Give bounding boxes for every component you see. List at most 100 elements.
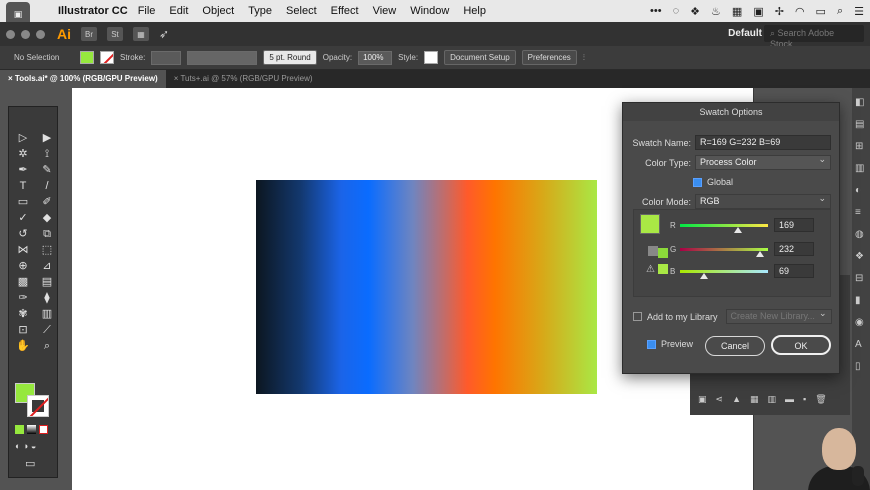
eraser-tool-icon[interactable]: ◆ — [37, 211, 57, 225]
gamut-swatch[interactable] — [658, 264, 668, 274]
menu-help[interactable]: Help — [463, 5, 486, 17]
gradient-button[interactable] — [27, 425, 36, 434]
new-swatch-icon[interactable]: ▪ — [803, 394, 806, 404]
align-icon[interactable]: ⫶ — [583, 53, 585, 63]
brush-select[interactable]: 5 pt. Round — [263, 50, 317, 65]
web-safe-cube-icon[interactable] — [648, 246, 658, 256]
variable-width-select[interactable] — [187, 50, 258, 65]
swatch-libraries-icon[interactable]: ▣ — [698, 394, 707, 405]
add-library-checkbox[interactable] — [633, 312, 642, 321]
dropbox-icon[interactable]: ❖ — [690, 5, 700, 18]
menu-file[interactable]: File — [138, 5, 156, 17]
wifi-icon[interactable]: ◠ — [795, 5, 805, 18]
blue-slider[interactable] — [680, 269, 768, 279]
blend-tool-icon[interactable]: ⧫ — [37, 291, 57, 305]
swatch-name-input[interactable]: R=169 G=232 B=69 — [695, 135, 831, 150]
type-tool-icon[interactable]: T — [13, 179, 33, 193]
eyedropper-tool-icon[interactable]: ✑ — [13, 291, 33, 305]
blue-value-input[interactable]: 69 — [774, 264, 814, 278]
symbol-sprayer-tool-icon[interactable]: ✾ — [13, 307, 33, 321]
red-value-input[interactable]: 169 — [774, 218, 814, 232]
workspace-switcher[interactable]: Default — [728, 28, 762, 39]
gamut-warning-icon[interactable]: ⚠ — [646, 264, 655, 275]
column-graph-tool-icon[interactable]: ▥ — [37, 307, 57, 321]
menu-list-icon[interactable]: ☰ — [854, 5, 864, 18]
arrange-documents-icon[interactable]: ▦ — [133, 27, 149, 41]
panel-dock-icons[interactable]: ◧ ▤ ⊞ ▥ ◐ ≡ ◍ ❖ ⊟ ▮ ◉ A ▯ — [852, 88, 870, 382]
stroke-color-box[interactable] — [27, 395, 49, 417]
color-button[interactable] — [15, 425, 24, 434]
screen-icon[interactable]: ▣ — [753, 5, 763, 18]
width-tool-icon[interactable]: ⋈ — [13, 243, 33, 257]
menu-view[interactable]: View — [373, 5, 397, 17]
perspective-grid-tool-icon[interactable]: ⊿ — [37, 259, 57, 273]
menu-type[interactable]: Type — [248, 5, 272, 17]
library-select[interactable]: Create New Library... — [725, 308, 832, 324]
stock-button[interactable]: St — [107, 27, 123, 41]
gradient-tool-icon[interactable]: ▤ — [37, 275, 57, 289]
ok-button[interactable]: OK — [771, 335, 831, 355]
preferences-button[interactable]: Preferences — [521, 50, 577, 65]
drawing-modes-icon[interactable]: ◐ ◑ ◒ — [15, 441, 36, 451]
cancel-button[interactable]: Cancel — [705, 336, 765, 356]
shaper-tool-icon[interactable]: ✓ — [13, 211, 33, 225]
preview-row[interactable]: Preview — [647, 339, 693, 349]
direct-selection-tool-icon[interactable]: ▶ — [37, 131, 57, 145]
zoom-tool-icon[interactable]: ⌕ — [37, 339, 57, 353]
grid-icon[interactable]: ▦ — [732, 5, 742, 18]
bridge-button[interactable]: Br — [81, 27, 97, 41]
window-close-icon[interactable] — [6, 29, 15, 39]
mesh-tool-icon[interactable]: ▩ — [13, 275, 33, 289]
swatch-options-icon[interactable]: ▦ — [750, 394, 759, 405]
red-slider-thumb[interactable] — [734, 226, 743, 233]
kinds-icon[interactable]: ⋖ — [716, 394, 724, 405]
selection-tool-icon[interactable]: ▷ — [13, 131, 33, 145]
rectangle-tool-icon[interactable]: ▭ — [13, 195, 33, 209]
free-transform-tool-icon[interactable]: ⬚ — [37, 243, 57, 257]
artboard-tool-icon[interactable]: ⊡ — [13, 323, 33, 337]
spotlight-icon[interactable]: ⌕ — [837, 5, 843, 18]
line-tool-icon[interactable]: / — [37, 179, 57, 193]
menu-window[interactable]: Window — [410, 5, 449, 17]
flame-icon[interactable]: ♨ — [711, 5, 721, 18]
global-checkbox[interactable] — [693, 177, 702, 187]
preview-checkbox[interactable] — [647, 339, 656, 349]
green-value-input[interactable]: 232 — [774, 242, 814, 256]
color-type-select[interactable]: Process Color — [695, 154, 831, 170]
cloud-icon[interactable]: ◌ — [673, 5, 680, 17]
rotate-tool-icon[interactable]: ↺ — [13, 227, 33, 241]
folder-icon[interactable]: ▬ — [785, 394, 794, 404]
green-slider[interactable] — [680, 247, 768, 257]
web-safe-swatch[interactable] — [658, 248, 668, 258]
bluetooth-icon[interactable]: ✢ — [775, 5, 784, 18]
global-checkbox-row[interactable]: Global — [693, 177, 733, 187]
battery-icon[interactable]: ▭ — [816, 5, 826, 18]
window-zoom-icon[interactable] — [36, 29, 45, 39]
style-swatch[interactable] — [424, 51, 439, 64]
blue-slider-thumb[interactable] — [699, 272, 708, 279]
menu-edit[interactable]: Edit — [169, 5, 188, 17]
red-slider[interactable] — [680, 223, 768, 233]
menu-app-name[interactable]: Illustrator CC — [58, 5, 128, 17]
stroke-weight-input[interactable] — [151, 50, 182, 65]
stroke-swatch[interactable] — [100, 51, 114, 64]
tab-close-icon[interactable]: × — [8, 74, 15, 83]
tab-tuts[interactable]: × Tuts+.ai @ 57% (RGB/GPU Preview) — [166, 70, 321, 88]
tab-tools[interactable]: × Tools.ai* @ 100% (RGB/GPU Preview) — [0, 70, 166, 88]
opacity-input[interactable]: 100% — [358, 50, 393, 65]
color-mode-select[interactable]: RGB — [695, 193, 831, 209]
ellipsis-icon[interactable]: ••• — [650, 5, 662, 17]
document-setup-button[interactable]: Document Setup — [444, 50, 516, 65]
color-group-icon[interactable]: ▲ — [732, 394, 741, 404]
paintbrush-tool-icon[interactable]: ✐ — [37, 195, 57, 209]
fill-swatch[interactable] — [80, 51, 94, 64]
magic-wand-tool-icon[interactable]: ✲ — [13, 147, 33, 161]
menu-select[interactable]: Select — [286, 5, 317, 17]
stock-search-input[interactable]: ⌕ Search Adobe Stock — [764, 25, 864, 49]
screen-mode-icon[interactable]: ▭ — [25, 457, 35, 470]
green-slider-thumb[interactable] — [756, 250, 765, 257]
shape-builder-tool-icon[interactable]: ⊕ — [13, 259, 33, 273]
new-group-icon[interactable]: ▥ — [768, 394, 777, 405]
menu-object[interactable]: Object — [202, 5, 234, 17]
pen-tool-icon[interactable]: ✒ — [13, 163, 33, 177]
